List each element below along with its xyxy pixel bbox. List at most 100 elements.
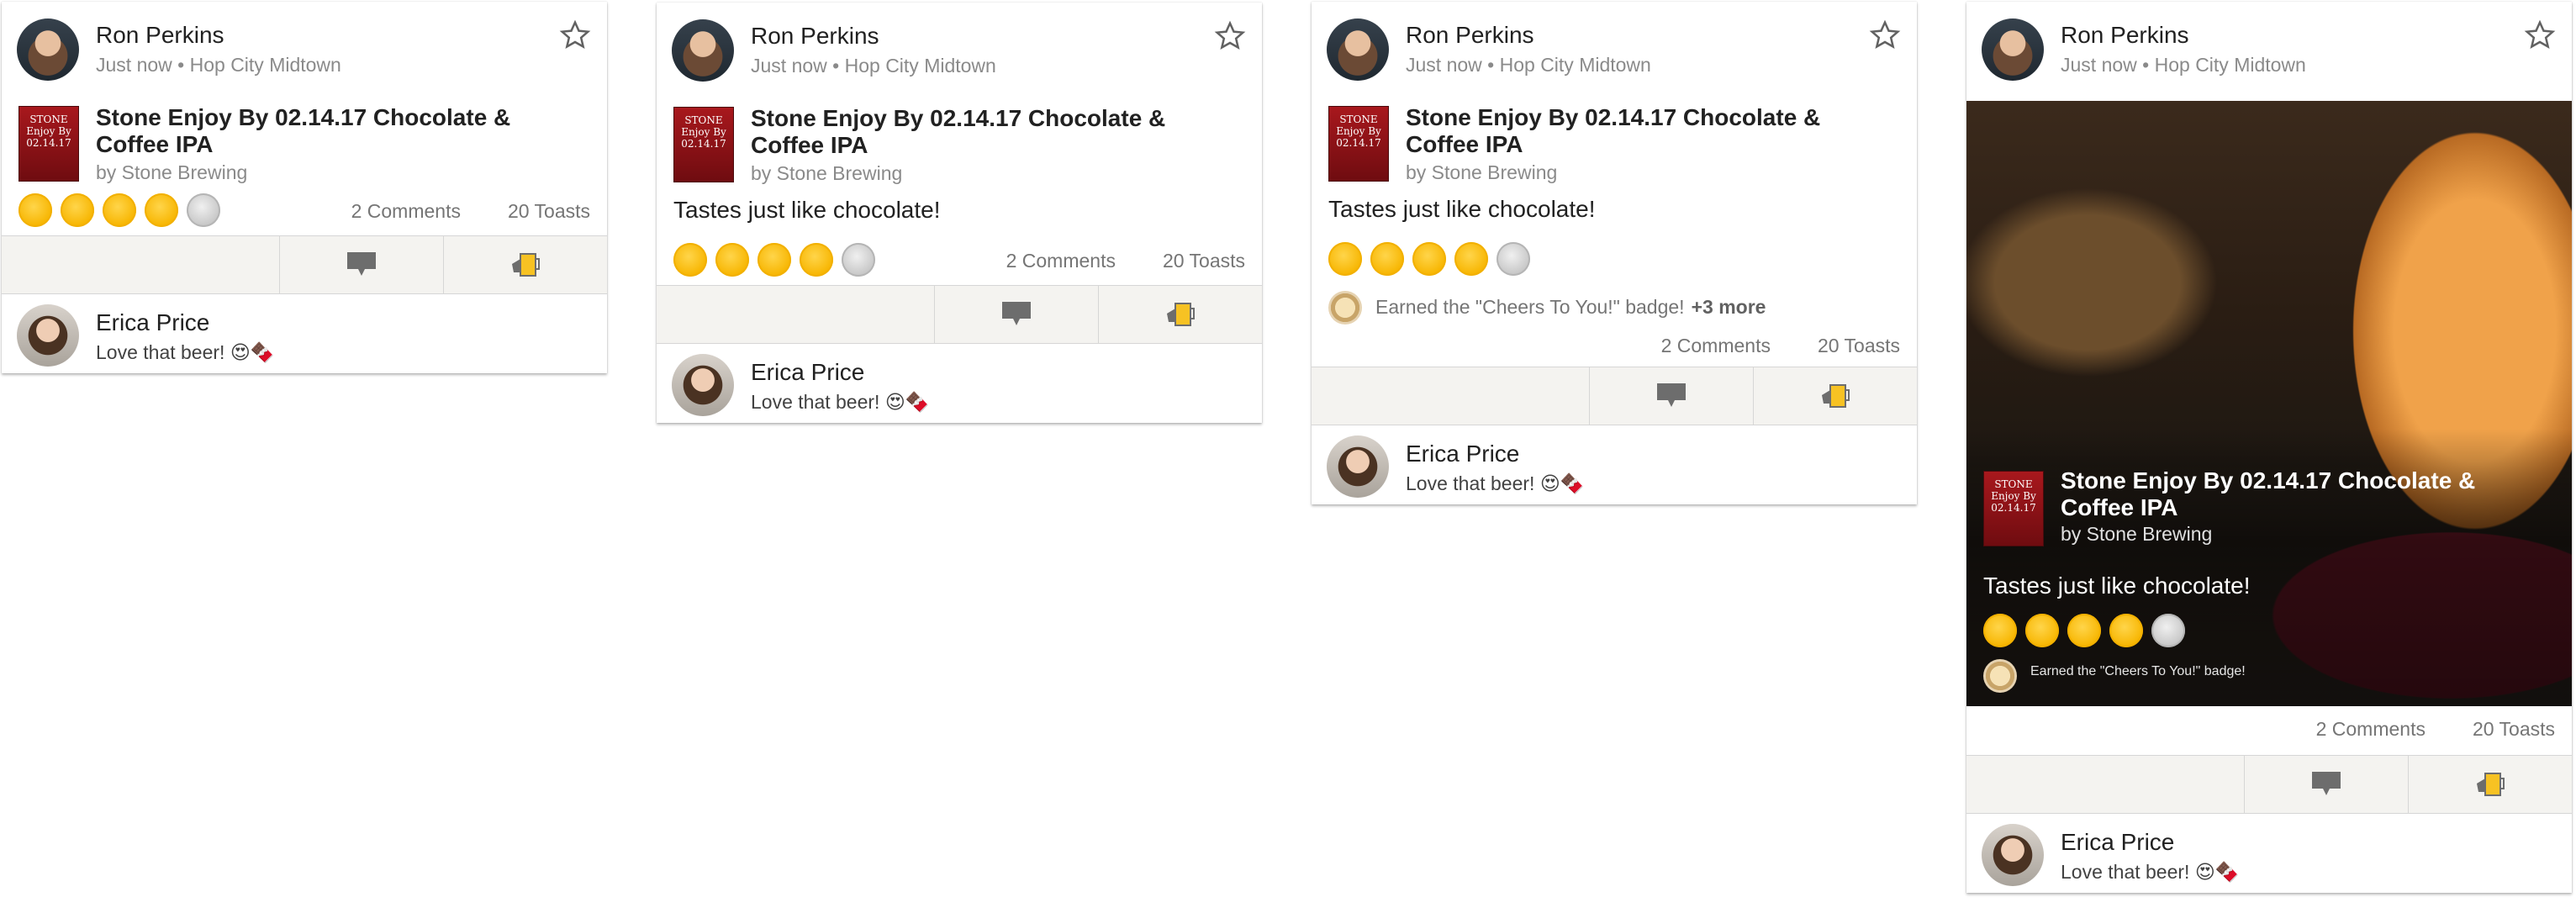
rating-row: 2 Comments 20 Toasts — [2, 185, 607, 235]
toast-beer-icon — [2477, 773, 2505, 796]
star-icon[interactable] — [558, 18, 592, 52]
rating-cap-filled-icon — [1328, 242, 1362, 276]
card-header: Ron Perkins Just now • Hop City Midtown — [657, 3, 1262, 98]
brewery-name[interactable]: by Stone Brewing — [2061, 523, 2212, 546]
rating-cap-filled-icon — [61, 193, 94, 227]
venue-link[interactable]: Hop City Midtown — [845, 55, 996, 77]
toasts-count[interactable]: 20 Toasts — [1163, 250, 1245, 272]
comment-item: Erica Price Love that beer! 😍🍫 — [657, 344, 1262, 423]
checkin-meta: Just now • Hop City Midtown — [96, 54, 341, 76]
brewery-name[interactable]: by Stone Brewing — [1406, 161, 1557, 184]
engagement-row: 2 Comments 20 Toasts — [1312, 330, 1917, 367]
checkin-card-with-note: Ron Perkins Just now • Hop City Midtown … — [657, 3, 1262, 423]
avatar[interactable] — [672, 354, 734, 416]
action-bar — [657, 285, 1262, 344]
brewery-name[interactable]: by Stone Brewing — [751, 162, 902, 185]
rating-cap-filled-icon — [18, 193, 52, 227]
rating-cap-filled-icon — [1454, 242, 1488, 276]
rating-caps — [1328, 242, 1539, 277]
star-icon[interactable] — [2523, 18, 2557, 52]
beer-info[interactable]: STONE Enjoy By 02.14.17 Stone Enjoy By 02.… — [1312, 98, 1917, 185]
beer-label-image: STONE Enjoy By 02.14.17 — [1983, 471, 2044, 546]
badge-text: Earned the "Cheers To You!" badge! +3 mor… — [1375, 296, 1766, 318]
rating-cap-filled-icon — [673, 243, 707, 277]
toast-beer-icon — [1822, 384, 1850, 408]
user-name[interactable]: Ron Perkins — [1406, 22, 1534, 49]
avatar[interactable] — [1327, 18, 1389, 81]
badge-text[interactable]: Earned the "Cheers To You!" badge! — [2030, 664, 2246, 679]
checkin-photo[interactable]: STONE Enjoy By 02.14.17 Stone Enjoy By 02.… — [1966, 101, 2572, 706]
beer-info[interactable]: STONE Enjoy By 02.14.17 Stone Enjoy By 02.… — [2, 98, 607, 185]
commenter-name[interactable]: Erica Price — [1406, 441, 1519, 467]
comments-count[interactable]: 2 Comments — [351, 200, 461, 222]
rating-cap-filled-icon — [2067, 614, 2101, 647]
comment-item: Erica Price Love that beer! 😍🍫 — [1312, 425, 1917, 504]
avatar[interactable] — [672, 19, 734, 82]
checkin-card-with-photo: Ron Perkins Just now • Hop City Midtown … — [1966, 2, 2572, 893]
brewery-name[interactable]: by Stone Brewing — [96, 161, 247, 184]
rating-row — [1312, 234, 1917, 281]
comment-text: Love that beer! 😍🍫 — [96, 341, 275, 363]
avatar[interactable] — [1982, 18, 2044, 81]
avatar[interactable] — [17, 18, 79, 81]
chat-bubble-icon — [1002, 302, 1031, 325]
user-name[interactable]: Ron Perkins — [96, 22, 224, 49]
toast-beer-icon — [1167, 303, 1195, 326]
engagement-counts: 2 Comments 20 Toasts — [304, 200, 590, 223]
toast-button[interactable] — [1753, 367, 1917, 425]
action-bar — [1966, 755, 2572, 814]
commenter-name[interactable]: Erica Price — [96, 309, 209, 336]
checkin-meta: Just now • Hop City Midtown — [2061, 54, 2306, 76]
user-name[interactable]: Ron Perkins — [751, 23, 879, 50]
avatar[interactable] — [1982, 824, 2044, 886]
badge-row[interactable]: Earned the "Cheers To You!" badge! +3 mor… — [1312, 281, 1917, 330]
star-icon[interactable] — [1213, 19, 1247, 53]
venue-link[interactable]: Hop City Midtown — [190, 54, 341, 76]
rating-cap-empty-icon — [1497, 242, 1530, 276]
toast-button[interactable] — [1098, 286, 1262, 343]
rating-cap-filled-icon — [2025, 614, 2059, 647]
comments-count[interactable]: 2 Comments — [1661, 335, 1771, 356]
checkin-note: Tastes just like chocolate! — [673, 197, 941, 223]
rating-cap-filled-icon — [145, 193, 178, 227]
toast-button[interactable] — [443, 236, 607, 293]
badge-icon — [1328, 291, 1362, 325]
comment-button[interactable] — [1589, 367, 1753, 425]
avatar[interactable] — [17, 304, 79, 367]
checkin-meta: Just now • Hop City Midtown — [1406, 54, 1651, 76]
comment-item: Erica Price Love that beer! 😍🍫 — [2, 294, 607, 373]
comment-button[interactable] — [934, 286, 1098, 343]
venue-link[interactable]: Hop City Midtown — [1500, 54, 1651, 76]
beer-name[interactable]: Stone Enjoy By 02.14.17 Chocolate & Coff… — [751, 105, 1188, 159]
toasts-count[interactable]: 20 Toasts — [2473, 718, 2555, 740]
beer-label-image: STONE Enjoy By 02.14.17 — [1328, 106, 1389, 182]
commenter-name[interactable]: Erica Price — [2061, 829, 2174, 856]
star-icon[interactable] — [1868, 18, 1902, 52]
beer-info[interactable]: STONE Enjoy By 02.14.17 Stone Enjoy By 02.… — [657, 98, 1262, 186]
beer-name[interactable]: Stone Enjoy By 02.14.17 Chocolate & Coff… — [96, 104, 533, 158]
beer-name[interactable]: Stone Enjoy By 02.14.17 Chocolate & Coff… — [1406, 104, 1843, 158]
comment-item: Erica Price Love that beer! 😍🍫 — [1966, 814, 2572, 893]
engagement-counts: 2 Comments 20 Toasts — [959, 250, 1245, 272]
comment-button[interactable] — [2244, 756, 2408, 813]
avatar[interactable] — [1327, 435, 1389, 498]
venue-link[interactable]: Hop City Midtown — [2155, 54, 2306, 76]
beer-name[interactable]: Stone Enjoy By 02.14.17 Chocolate & Coff… — [2061, 467, 2498, 521]
rating-cap-filled-icon — [1370, 242, 1404, 276]
card-header: Ron Perkins Just now • Hop City Midtown — [2, 2, 607, 98]
comments-count[interactable]: 2 Comments — [2316, 718, 2426, 740]
toasts-count[interactable]: 20 Toasts — [1818, 335, 1900, 356]
rating-caps — [18, 193, 229, 229]
comments-count[interactable]: 2 Comments — [1006, 250, 1116, 272]
commenter-name[interactable]: Erica Price — [751, 359, 864, 386]
rating-cap-filled-icon — [103, 193, 136, 227]
comment-button[interactable] — [279, 236, 443, 293]
more-badges-link[interactable]: +3 more — [1692, 296, 1766, 318]
action-bar — [2, 235, 607, 294]
rating-cap-filled-icon — [1412, 242, 1446, 276]
rating-cap-filled-icon — [757, 243, 791, 277]
toast-button[interactable] — [2408, 756, 2572, 813]
user-name[interactable]: Ron Perkins — [2061, 22, 2189, 49]
rating-caps — [673, 243, 884, 278]
toasts-count[interactable]: 20 Toasts — [508, 200, 590, 222]
